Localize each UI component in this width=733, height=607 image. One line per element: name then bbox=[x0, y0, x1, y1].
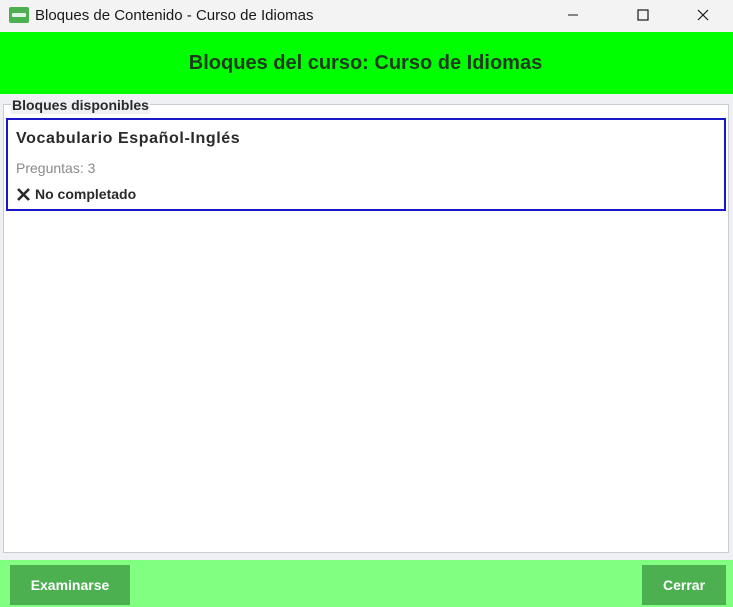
app-icon bbox=[9, 7, 29, 23]
x-mark-icon bbox=[17, 187, 30, 201]
window-title: Bloques de Contenido - Curso de Idiomas bbox=[35, 7, 314, 24]
block-card[interactable]: Vocabulario Español-Inglés Preguntas: 3 … bbox=[6, 118, 726, 211]
maximize-button[interactable] bbox=[620, 0, 666, 30]
panel-legend: Bloques disponibles bbox=[11, 97, 150, 114]
minimize-button[interactable] bbox=[550, 0, 596, 30]
block-status: No completado bbox=[16, 186, 136, 202]
footer-bar: Examinarse Cerrar bbox=[0, 560, 733, 607]
block-status-label: No completado bbox=[35, 186, 137, 202]
page-title: Bloques del curso: Curso de Idiomas bbox=[188, 51, 543, 74]
maximize-icon bbox=[637, 9, 649, 21]
block-questions: Preguntas: 3 bbox=[16, 160, 96, 176]
exam-button[interactable]: Examinarse bbox=[10, 565, 130, 605]
close-icon bbox=[697, 9, 709, 21]
close-button[interactable]: Cerrar bbox=[642, 565, 726, 605]
block-title: Vocabulario Español-Inglés bbox=[16, 130, 241, 147]
window-titlebar: Bloques de Contenido - Curso de Idiomas bbox=[0, 0, 733, 32]
course-header: Bloques del curso: Curso de Idiomas bbox=[0, 32, 733, 94]
window-close-button[interactable] bbox=[680, 0, 726, 30]
minimize-icon bbox=[568, 14, 578, 16]
